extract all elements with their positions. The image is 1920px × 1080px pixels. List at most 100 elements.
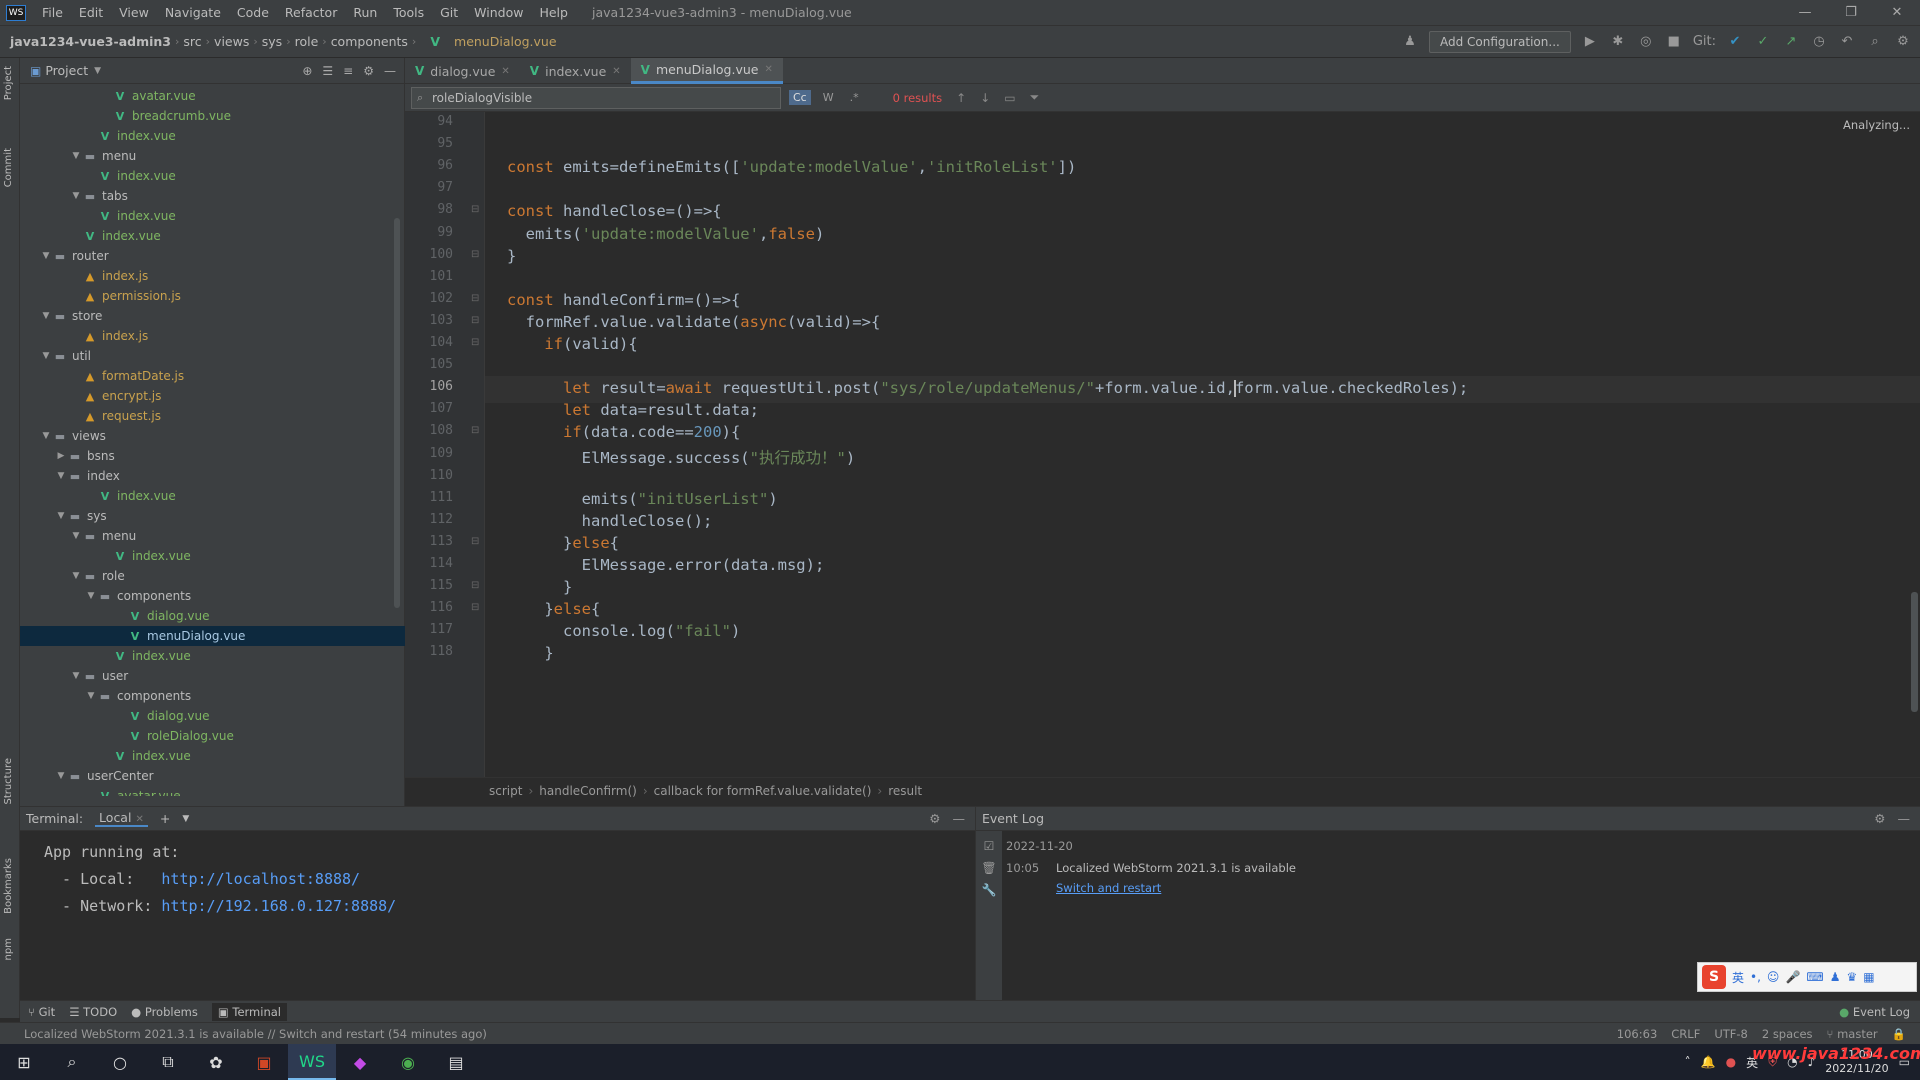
- tree-folder[interactable]: ▼ ▬ util: [20, 346, 405, 366]
- close-icon[interactable]: ✕: [764, 64, 772, 75]
- windows-start-icon[interactable]: ⊞: [0, 1044, 48, 1080]
- git-commit-icon[interactable]: ✓: [1754, 34, 1772, 49]
- line-number[interactable]: 97: [405, 180, 453, 195]
- editor-scrollbar[interactable]: [1911, 592, 1918, 712]
- tree-folder[interactable]: ▼ ▬ sys: [20, 506, 405, 526]
- line-number[interactable]: 118: [405, 644, 453, 659]
- tree-file[interactable]: Vindex.vue: [20, 746, 405, 766]
- add-configuration-button[interactable]: Add Configuration...: [1428, 30, 1571, 53]
- code-line[interactable]: const handleConfirm=()=>{: [507, 291, 740, 309]
- chevron-down-icon[interactable]: ▼: [70, 571, 82, 581]
- tool-tab-terminal[interactable]: ▣ Terminal: [211, 1002, 287, 1021]
- tree-folder[interactable]: ▼ ▬ components: [20, 686, 405, 706]
- debug-icon[interactable]: ✱: [1609, 34, 1627, 49]
- editor-tab[interactable]: Vindex.vue ✕: [520, 58, 631, 84]
- menu-run[interactable]: Run: [345, 5, 385, 20]
- menu-code[interactable]: Code: [229, 5, 277, 20]
- menu-window[interactable]: Window: [466, 5, 531, 20]
- line-number[interactable]: 111: [405, 490, 453, 505]
- coverage-icon[interactable]: ◎: [1637, 34, 1655, 49]
- close-icon[interactable]: ✕: [612, 66, 620, 77]
- menu-git[interactable]: Git: [432, 5, 466, 20]
- code-line[interactable]: }else{: [507, 534, 619, 552]
- tool-tab-git[interactable]: ⑂ Git: [28, 1005, 55, 1019]
- chevron-down-icon[interactable]: ▼: [70, 191, 82, 201]
- tree-folder[interactable]: ▼ ▬ user: [20, 666, 405, 686]
- tree-folder[interactable]: ▼ ▬ store: [20, 306, 405, 326]
- code-line[interactable]: }: [507, 644, 553, 662]
- select-all-occurrences-icon[interactable]: ▭: [1004, 91, 1015, 105]
- line-number[interactable]: 115: [405, 578, 453, 593]
- chevron-up-icon[interactable]: ˄: [1685, 1055, 1691, 1069]
- fold-marker-icon[interactable]: ⊟: [471, 204, 479, 215]
- code-breadcrumb-item[interactable]: script: [489, 784, 522, 798]
- cursor-position[interactable]: 106:63: [1617, 1027, 1657, 1041]
- project-tool-button[interactable]: Project: [3, 66, 14, 100]
- tree-file[interactable]: VroleDialog.vue: [20, 726, 405, 746]
- tree-file[interactable]: Vavatar.vue: [20, 786, 405, 796]
- line-number[interactable]: 112: [405, 512, 453, 527]
- close-icon[interactable]: ✕: [135, 814, 143, 825]
- file-encoding[interactable]: UTF-8: [1714, 1027, 1748, 1041]
- code-line[interactable]: console.log("fail"): [507, 622, 740, 640]
- user-icon[interactable]: ♟: [1830, 970, 1841, 984]
- search-icon[interactable]: ⌕: [1866, 34, 1884, 49]
- breadcrumb-item[interactable]: src: [179, 34, 205, 49]
- line-number[interactable]: 98: [405, 202, 453, 217]
- tree-file[interactable]: Vindex.vue: [20, 126, 405, 146]
- code-line[interactable]: }: [507, 247, 516, 265]
- sogou-logo-icon[interactable]: S: [1702, 965, 1726, 989]
- menu-view[interactable]: View: [111, 5, 157, 20]
- mark-read-icon[interactable]: ☑: [976, 839, 1002, 853]
- git-update-icon[interactable]: ✔: [1726, 34, 1744, 49]
- notification-icon[interactable]: 🔔: [1701, 1055, 1716, 1069]
- project-view-selector[interactable]: Project: [45, 63, 88, 78]
- chevron-down-icon[interactable]: ▼: [70, 671, 82, 681]
- line-number[interactable]: 96: [405, 158, 453, 173]
- hide-icon[interactable]: —: [384, 64, 396, 78]
- tree-folder[interactable]: ▼ ▬ menu: [20, 526, 405, 546]
- collapse-all-icon[interactable]: ≡: [343, 64, 353, 78]
- new-terminal-icon[interactable]: +: [160, 811, 170, 826]
- punctuation-icon[interactable]: •,: [1750, 970, 1761, 984]
- code-breadcrumb-item[interactable]: handleConfirm(): [539, 784, 637, 798]
- grid-icon[interactable]: ▦: [1863, 970, 1874, 984]
- regex-toggle[interactable]: .*: [846, 90, 863, 105]
- code-line[interactable]: let data=result.data;: [507, 401, 759, 419]
- fold-marker-icon[interactable]: ⊟: [471, 536, 479, 547]
- tree-file[interactable]: Vdialog.vue: [20, 606, 405, 626]
- commit-tool-button[interactable]: Commit: [3, 148, 14, 187]
- network-url-link[interactable]: http://192.168.0.127:8888/: [161, 897, 396, 915]
- project-scrollbar[interactable]: [394, 218, 400, 608]
- line-number[interactable]: 116: [405, 600, 453, 615]
- minimize-icon[interactable]: —: [1782, 5, 1828, 20]
- menu-help[interactable]: Help: [531, 5, 576, 20]
- line-number[interactable]: 99: [405, 225, 453, 240]
- tree-folder[interactable]: ▼ ▬ tabs: [20, 186, 405, 206]
- tree-folder[interactable]: ▼ ▬ views: [20, 426, 405, 446]
- keyboard-icon[interactable]: ⌨: [1806, 970, 1823, 984]
- line-number[interactable]: 106: [405, 379, 453, 394]
- app-icon[interactable]: ✿: [192, 1044, 240, 1080]
- idea-icon[interactable]: ◆: [336, 1044, 384, 1080]
- chevron-down-icon[interactable]: ▼: [40, 351, 52, 361]
- editor-tab[interactable]: VmenuDialog.vue ✕: [630, 58, 783, 84]
- menu-refactor[interactable]: Refactor: [277, 5, 345, 20]
- menu-navigate[interactable]: Navigate: [157, 5, 229, 20]
- tree-file[interactable]: ▲ permission.js: [20, 286, 405, 306]
- code-line[interactable]: if(valid){: [507, 335, 637, 353]
- tree-folder[interactable]: ▼ ▬ userCenter: [20, 766, 405, 786]
- chevron-down-icon[interactable]: ▼: [85, 691, 97, 701]
- cortana-icon[interactable]: ○: [96, 1044, 144, 1080]
- notepad-icon[interactable]: ▤: [432, 1044, 480, 1080]
- emoji-icon[interactable]: ☺: [1767, 970, 1780, 984]
- fold-marker-icon[interactable]: ⊟: [471, 602, 479, 613]
- line-number[interactable]: 114: [405, 556, 453, 571]
- line-number[interactable]: 105: [405, 357, 453, 372]
- fold-marker-icon[interactable]: ⊟: [471, 249, 479, 260]
- match-case-toggle[interactable]: Cc: [789, 90, 811, 105]
- tree-file[interactable]: Vindex.vue: [20, 226, 405, 246]
- hide-icon[interactable]: —: [1898, 811, 1911, 826]
- line-number[interactable]: 104: [405, 335, 453, 350]
- structure-tool-button[interactable]: Structure: [3, 758, 14, 805]
